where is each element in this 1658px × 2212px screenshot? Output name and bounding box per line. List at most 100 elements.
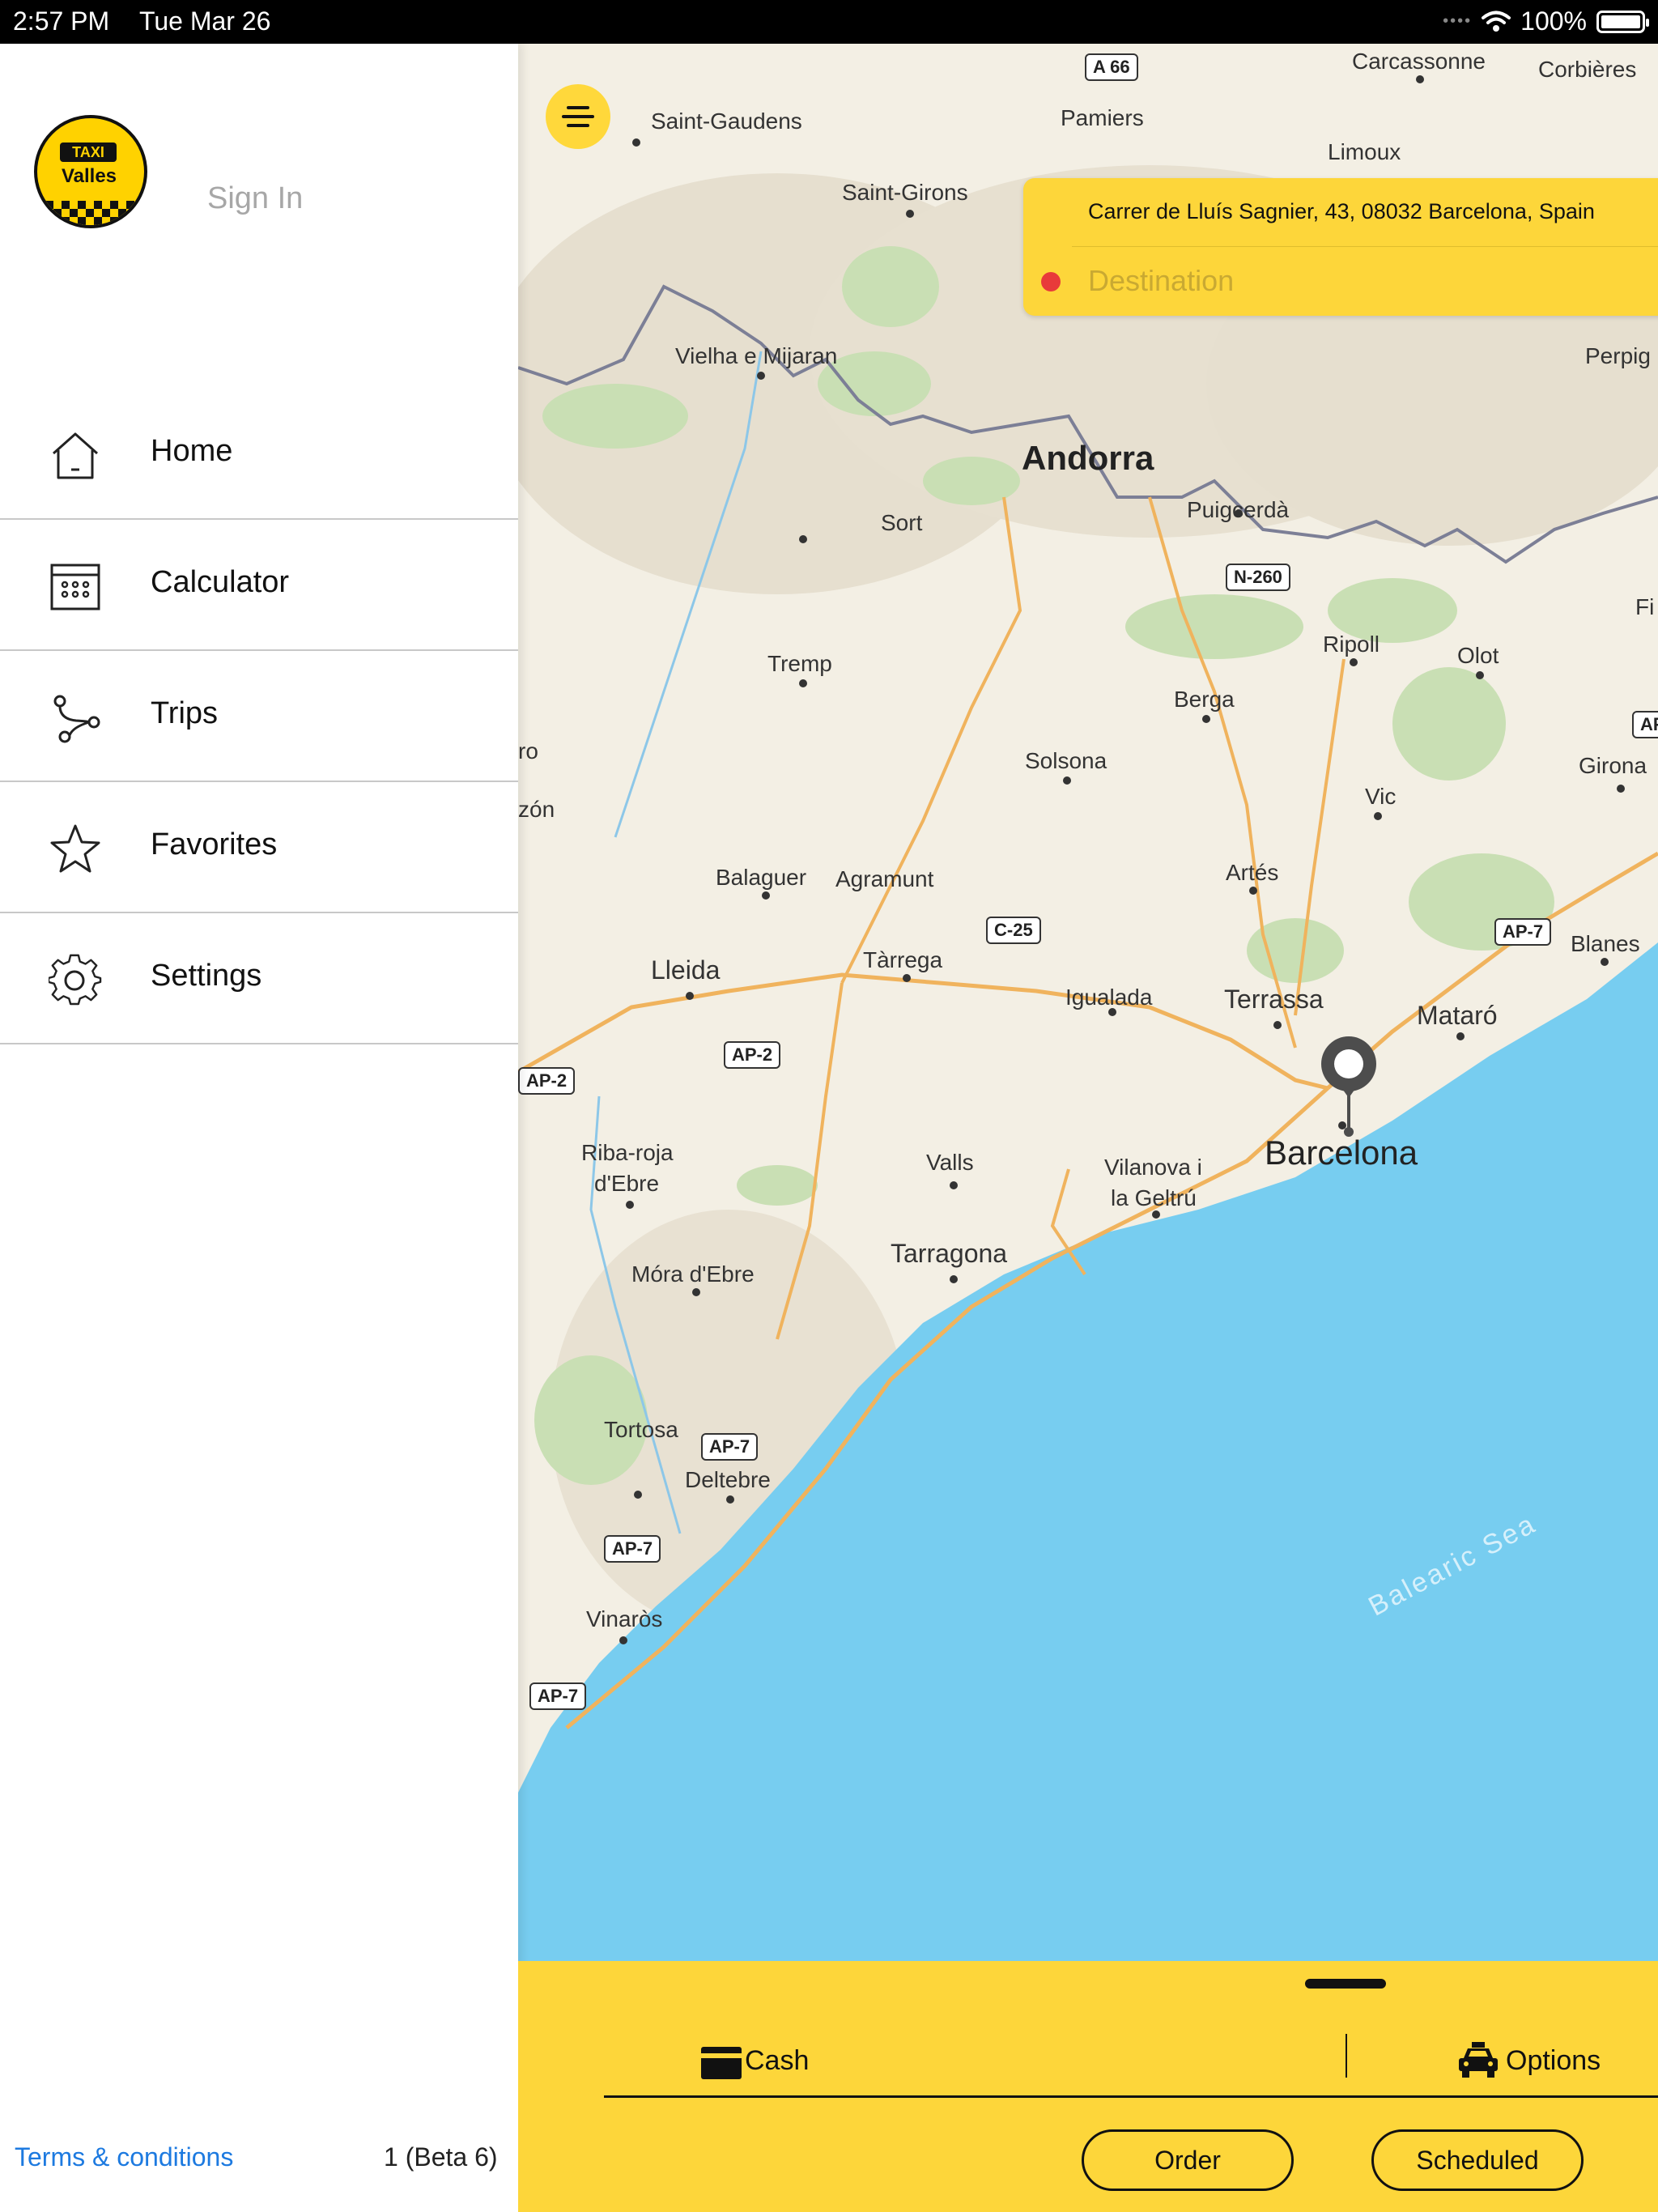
sidebar: TAXI Valles Sign In Home Calculator Trip… (0, 44, 518, 2212)
place-label: Andorra (1022, 439, 1154, 477)
road-label: AP-7 (604, 1535, 661, 1563)
menu-line-icon (567, 124, 589, 127)
place-label: Saint-Girons (842, 180, 968, 205)
logo-valles-text: Valles (61, 165, 117, 187)
place-label: Limoux (1328, 139, 1401, 164)
sidebar-item-label: Calculator (151, 565, 290, 599)
sign-in-link[interactable]: Sign In (207, 181, 303, 216)
sidebar-item-trips[interactable]: Trips (0, 651, 518, 782)
pickup-address[interactable]: Carrer de Lluís Sagnier, 43, 08032 Barce… (1088, 199, 1595, 224)
place-label: Puigcerdà (1187, 497, 1290, 522)
place-label: Lleida (651, 955, 721, 985)
place-label: Valls (926, 1150, 974, 1175)
cellular-dots-icon: •••• (1443, 12, 1473, 30)
place-label: Barcelona (1265, 1134, 1418, 1172)
road-label: A 66 (1085, 53, 1138, 81)
scheduled-button[interactable]: Scheduled (1371, 2129, 1584, 2191)
place-label: Olot (1457, 643, 1499, 668)
sidebar-item-label: Settings (151, 959, 262, 993)
taxi-valles-logo: TAXI Valles (34, 115, 147, 228)
place-label: Sort (881, 510, 923, 535)
place-label: Agramunt (835, 866, 934, 891)
place-label: Igualada (1065, 985, 1153, 1010)
place-label: Balaguer (716, 865, 807, 890)
place-label: Solsona (1025, 748, 1107, 773)
destination-dot-icon (1041, 272, 1061, 291)
menu-line-icon (567, 106, 589, 109)
star-icon (50, 824, 100, 873)
place-label: Blanes (1571, 931, 1640, 956)
place-label: Ripoll (1323, 632, 1380, 657)
road-label: AP-7 (1494, 918, 1552, 946)
drag-handle[interactable] (1305, 1979, 1386, 1989)
place-label: Perpig (1585, 343, 1651, 368)
place-label: Saint-Gaudens (651, 108, 802, 134)
place-label: Deltebre (685, 1467, 771, 1492)
wifi-icon (1482, 11, 1511, 32)
status-bar: 2:57 PM Tue Mar 26 •••• 100% (0, 0, 1658, 44)
road-label: AP-7 (701, 1433, 759, 1461)
battery-icon (1596, 10, 1649, 33)
sidebar-item-favorites[interactable]: Favorites (0, 782, 518, 913)
status-right: •••• 100% (1443, 6, 1649, 36)
place-label: Tarragona (891, 1239, 1008, 1268)
route-panel: Carrer de Lluís Sagnier, 43, 08032 Barce… (1023, 178, 1658, 316)
place-label: Terrassa (1224, 985, 1324, 1014)
map-pin-icon[interactable] (1316, 1033, 1381, 1138)
sidebar-item-label: Trips (151, 696, 219, 730)
menu-toggle-button[interactable] (546, 84, 610, 149)
menu-line-icon (562, 115, 594, 118)
place-label: Artés (1226, 860, 1279, 885)
place-label: la Geltrú (1111, 1185, 1197, 1210)
road-label: AP-2 (724, 1041, 781, 1069)
order-button[interactable]: Order (1082, 2129, 1294, 2191)
options-button[interactable]: Options (1506, 2045, 1601, 2077)
place-label: Vilanova i (1104, 1155, 1202, 1180)
road-label: C-25 (986, 917, 1041, 944)
place-label: Tremp (767, 651, 832, 676)
road-label: N-260 (1226, 564, 1290, 591)
sidebar-item-calculator[interactable]: Calculator (0, 520, 518, 651)
place-label: Carcassonne (1352, 49, 1486, 74)
destination-field[interactable]: Destination (1088, 264, 1234, 298)
terms-link[interactable]: Terms & conditions (15, 2142, 233, 2172)
logo-taxi-text: TAXI (60, 143, 117, 162)
place-label: Pamiers (1061, 105, 1144, 130)
place-label: zón (518, 797, 555, 822)
map-view[interactable]: Carcassonne Corbières Pamiers Limoux Sai… (518, 44, 1658, 1961)
sidebar-item-label: Favorites (151, 827, 278, 861)
status-date: Tue Mar 26 (139, 6, 271, 36)
place-label: Vinaròs (586, 1606, 663, 1631)
place-label: Vielha e Mijaran (675, 343, 838, 368)
place-label: Berga (1174, 687, 1235, 712)
place-label: Vic (1365, 784, 1397, 809)
place-label: d'Ebre (594, 1171, 660, 1196)
divider-line (604, 2095, 1658, 2098)
status-time: 2:57 PM (13, 6, 110, 36)
place-label: Fi (1635, 594, 1655, 619)
panel-divider (1072, 246, 1658, 247)
place-label: Tortosa (604, 1417, 678, 1442)
place-label: Girona (1579, 753, 1647, 778)
battery-percent: 100% (1520, 6, 1587, 36)
place-label: Móra d'Ebre (631, 1261, 755, 1287)
sidebar-item-settings[interactable]: Settings (0, 913, 518, 1044)
place-label: Riba-roja (581, 1140, 674, 1165)
payment-method[interactable]: Cash (745, 2045, 809, 2077)
place-label: Mataró (1417, 1001, 1498, 1030)
place-label: ro (518, 738, 538, 764)
road-label: AP-2 (518, 1067, 576, 1095)
calculator-icon (50, 564, 100, 610)
sidebar-item-home[interactable]: Home (0, 389, 518, 520)
road-label: AP (1632, 711, 1658, 738)
logo-checker (37, 201, 144, 225)
place-label: Tàrrega (863, 947, 943, 972)
sidebar-menu: Home Calculator Trips Favorites Settings (0, 389, 518, 1044)
road-label: AP-7 (529, 1682, 587, 1710)
place-label: Corbières (1538, 57, 1637, 82)
sidebar-item-label: Home (151, 434, 233, 468)
trips-icon (53, 695, 100, 743)
version-label: 1 (Beta 6) (384, 2142, 498, 2172)
bottom-panel: Cash Options Order Scheduled (518, 1961, 1658, 2212)
taxi-icon (1459, 2042, 1498, 2078)
